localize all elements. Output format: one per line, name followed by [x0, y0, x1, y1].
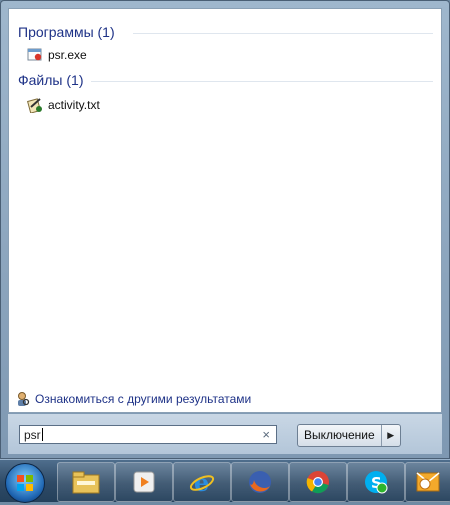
file-explorer-icon[interactable] — [57, 462, 115, 502]
search-input[interactable]: psr × — [19, 425, 277, 444]
shutdown-options-arrow-icon[interactable]: ▶ — [382, 425, 400, 446]
clear-search-icon[interactable]: × — [262, 427, 270, 442]
chrome-icon[interactable] — [289, 462, 347, 502]
outlook-icon[interactable] — [405, 462, 450, 502]
search-strip: psr × Выключение ▶ — [8, 414, 442, 454]
result-psr-exe[interactable]: psr.exe — [27, 46, 87, 64]
internet-explorer-icon[interactable]: e — [173, 462, 231, 502]
firefox-icon[interactable] — [231, 462, 289, 502]
search-person-icon — [16, 391, 30, 407]
taskbar: e S — [0, 459, 450, 503]
psr-app-icon — [27, 47, 43, 63]
skype-icon[interactable]: S — [347, 462, 405, 502]
files-group-header[interactable]: Файлы (1) — [18, 72, 83, 88]
text-file-icon — [27, 97, 43, 114]
search-value: psr — [24, 427, 41, 442]
result-label: psr.exe — [48, 48, 87, 62]
see-more-results-link[interactable]: Ознакомиться с другими результатами — [16, 391, 251, 407]
result-label: activity.txt — [48, 98, 100, 112]
svg-text:e: e — [194, 468, 209, 496]
text-caret — [41, 428, 43, 441]
shutdown-button-group: Выключение ▶ — [297, 424, 401, 447]
result-activity-txt[interactable]: activity.txt — [27, 96, 100, 114]
start-menu: Программы (1) psr.exe Файлы (1) activity… — [0, 0, 450, 459]
programs-group-header[interactable]: Программы (1) — [18, 24, 115, 40]
see-more-results-label: Ознакомиться с другими результатами — [35, 392, 252, 406]
shutdown-button[interactable]: Выключение — [298, 425, 382, 446]
search-results-pane: Программы (1) psr.exe Файлы (1) activity… — [8, 8, 442, 413]
divider — [91, 81, 433, 82]
media-player-icon[interactable] — [115, 462, 173, 502]
divider — [133, 33, 433, 34]
windows-start-icon[interactable] — [5, 463, 45, 503]
